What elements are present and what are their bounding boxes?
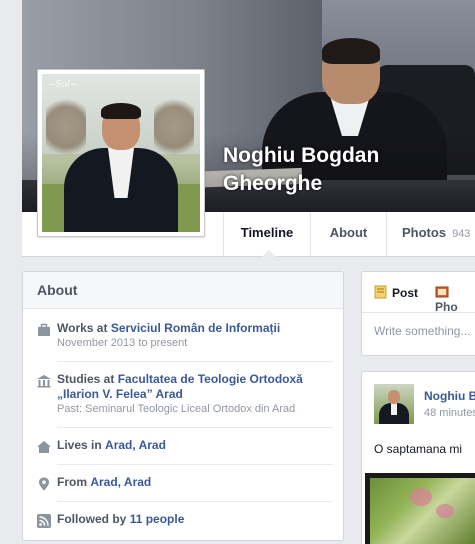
about-study-row: Studies at Facultatea de Teologie Ortodo… <box>37 372 333 416</box>
about-from-text: From Arad, Arad <box>57 475 333 490</box>
active-tab-caret <box>262 250 276 257</box>
story-author-link[interactable]: Noghiu B <box>424 389 475 403</box>
timeline-story: Noghiu B 48 minutes O saptamana mi <box>361 371 475 544</box>
study-prefix: Studies at <box>57 372 115 386</box>
story-photo-blossom <box>410 488 432 506</box>
composer-tab-post[interactable]: Post <box>374 285 418 300</box>
from-place-link[interactable]: Arad, Arad <box>90 475 151 489</box>
composer-input[interactable]: Write something... <box>374 324 470 338</box>
from-prefix: From <box>57 475 87 489</box>
about-followed-text: Followed by 11 people <box>57 512 333 527</box>
story-avatar-head <box>388 390 400 404</box>
divider <box>57 464 333 465</box>
about-card: About Works at Serviciul Român de Inform… <box>22 271 344 541</box>
about-title[interactable]: About <box>23 272 343 309</box>
tab-photos-count: 943 <box>452 228 471 240</box>
story-photo[interactable] <box>365 473 475 544</box>
post-composer: Post Pho Write something... <box>361 271 475 356</box>
divider <box>57 427 333 428</box>
tab-photos[interactable]: Photos 943 <box>386 212 475 256</box>
rss-feed-icon <box>37 514 51 528</box>
work-prefix: Works at <box>57 321 108 335</box>
composer-photo-label: Pho <box>435 300 458 314</box>
composer-tab-photo[interactable]: Pho <box>435 285 475 314</box>
divider <box>57 361 333 362</box>
about-lives-row: Lives in Arad, Arad <box>37 438 333 453</box>
composer-tabs: Post Pho <box>362 272 475 314</box>
avatar-watermark-logo: ~Sol~ <box>48 80 78 90</box>
story-avatar-shirt <box>391 403 397 415</box>
school-icon <box>37 375 51 388</box>
story-author-avatar[interactable] <box>374 384 414 424</box>
study-past: Past: Seminarul Teologic Liceal Ortodox … <box>57 403 296 415</box>
avatar-hair <box>101 103 141 119</box>
composer-post-label: Post <box>392 286 419 300</box>
tab-timeline[interactable]: Timeline <box>223 212 310 257</box>
avatar-tree-left <box>46 92 86 162</box>
story-photo-blossom <box>436 504 454 518</box>
briefcase-icon <box>38 323 50 336</box>
profile-picture[interactable]: ~Sol~ <box>37 69 205 237</box>
work-place-link[interactable]: Serviciul Român de Informații <box>111 321 280 335</box>
story-photo-image <box>370 478 475 544</box>
tab-about-label: About <box>329 225 368 240</box>
about-study-text: Studies at Facultatea de Teologie Ortodo… <box>57 372 333 416</box>
lives-prefix: Lives in <box>57 438 102 452</box>
about-work-row: Works at Serviciul Român de Informații N… <box>37 321 333 350</box>
photo-icon <box>435 286 449 298</box>
about-followed-row: Followed by 11 people <box>37 512 333 528</box>
followers-count-link[interactable]: 11 people <box>130 512 185 526</box>
followed-prefix: Followed by <box>57 512 127 526</box>
profile-picture-image: ~Sol~ <box>42 74 200 232</box>
story-timestamp[interactable]: 48 minutes <box>424 407 475 419</box>
home-icon <box>37 441 51 453</box>
pencil-note-icon <box>374 285 387 299</box>
about-from-row: From Arad, Arad <box>37 475 333 491</box>
story-text: O saptamana mi <box>374 442 463 456</box>
cover-person-hair <box>322 38 380 64</box>
profile-name[interactable]: Noghiu Bogdan Gheorghe <box>223 142 443 198</box>
lives-place-link[interactable]: Arad, Arad <box>105 438 166 452</box>
about-lives-text: Lives in Arad, Arad <box>57 438 333 453</box>
avatar-tree-right <box>154 92 194 162</box>
tab-about[interactable]: About <box>310 212 386 256</box>
tab-photos-label: Photos <box>402 225 447 240</box>
tab-timeline-label: Timeline <box>240 225 294 240</box>
location-pin-icon <box>39 477 49 491</box>
about-work-text: Works at Serviciul Român de Informații N… <box>57 321 333 350</box>
work-duration: November 2013 to present <box>57 337 188 349</box>
divider <box>57 501 333 502</box>
